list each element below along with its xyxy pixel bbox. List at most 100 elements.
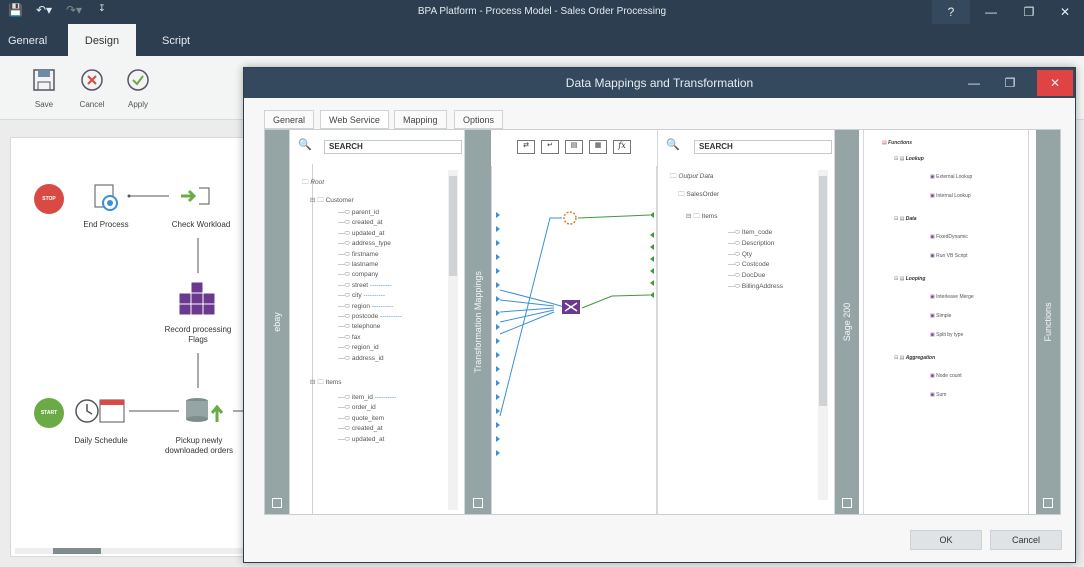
target-items[interactable]: ⊟ 🗀 Items	[686, 212, 717, 223]
target-scroll-thumb[interactable]	[819, 176, 827, 406]
dialog-tab-options[interactable]: Options	[454, 110, 504, 129]
function-group[interactable]: ⊟ ▤ Data	[894, 216, 917, 222]
cancel-button[interactable]: Cancel	[990, 530, 1062, 550]
workflow-canvas[interactable]: STOP End Process Check Workload Record p…	[10, 137, 247, 557]
customer-field[interactable]: —⬭ region ----------	[338, 303, 393, 311]
customer-field[interactable]: —⬭ parent_id	[338, 209, 379, 217]
functions-strip[interactable]: Functions	[1036, 130, 1060, 514]
function-group[interactable]: ⊟ ▤ Aggregation	[894, 355, 935, 361]
collapse-icon[interactable]: ⊟ ▤	[894, 156, 906, 162]
item-field[interactable]: —⬭ order_id	[338, 404, 376, 412]
dialog-close-icon[interactable]: ✕	[1037, 70, 1073, 96]
tree-customer[interactable]: ⊟ 🗀 Customer	[310, 196, 354, 207]
dialog-minimize-icon[interactable]: —	[956, 68, 992, 98]
toolbar-function-icon[interactable]: fx	[613, 140, 631, 154]
functions-strip-expand-icon[interactable]	[1043, 498, 1053, 508]
customer-field[interactable]: —⬭ postcode ----------	[338, 313, 402, 321]
restore-icon[interactable]: ❐	[1010, 0, 1048, 24]
source-strip-expand-icon[interactable]	[272, 498, 282, 508]
canvas-hscroll-thumb[interactable]	[53, 548, 101, 554]
canvas-hscrollbar[interactable]	[15, 548, 243, 554]
target-search-input[interactable]: SEARCH	[694, 140, 832, 154]
tree-items[interactable]: ⊟ 🗀 Items	[310, 378, 341, 389]
ok-button[interactable]: OK	[910, 530, 982, 550]
minimize-icon[interactable]: —	[972, 0, 1010, 24]
collapse-icon[interactable]: ⊟ ▤	[894, 216, 906, 222]
target-field[interactable]: —⬭ Costcode	[728, 261, 769, 269]
customer-field[interactable]: —⬭ lastname	[338, 261, 378, 269]
function-item[interactable]: ▣ Interleave Merge	[930, 294, 974, 300]
source-scrollbar[interactable]	[448, 170, 458, 510]
toolbar-layout-icon[interactable]: ▦	[589, 140, 607, 154]
dialog-tab-web-service[interactable]: Web Service	[320, 110, 389, 129]
pickup-orders-icon[interactable]	[183, 396, 231, 426]
customer-field[interactable]: —⬭ created_at	[338, 219, 383, 227]
record-flags-icon[interactable]	[175, 280, 221, 318]
transform-strip-expand-icon[interactable]	[473, 498, 483, 508]
source-strip[interactable]: ebay	[265, 130, 289, 514]
vb-script-node-icon[interactable]	[562, 300, 580, 314]
target-strip-expand-icon[interactable]	[842, 498, 852, 508]
customer-field[interactable]: —⬭ address_type	[338, 240, 391, 248]
tab-script[interactable]: Script	[154, 24, 198, 56]
loop-node-icon[interactable]	[563, 211, 577, 225]
function-group[interactable]: ⊟ ▤ Lookup	[894, 156, 924, 162]
collapse-icon[interactable]: ⊟	[310, 197, 315, 204]
collapse-icon[interactable]: ⊟ ▤	[894, 355, 906, 361]
function-item[interactable]: ▣ Internal Lookup	[930, 193, 971, 199]
target-strip[interactable]: Sage 200	[835, 130, 859, 514]
customer-field[interactable]: —⬭ city ----------	[338, 292, 385, 300]
function-item[interactable]: ▣ Split by type	[930, 332, 963, 338]
toolbar-unlink-icon[interactable]: ↵	[541, 140, 559, 154]
customer-field[interactable]: —⬭ telephone	[338, 323, 380, 331]
source-scroll-thumb[interactable]	[449, 176, 457, 276]
target-salesorder[interactable]: 🗀 SalesOrder	[678, 190, 719, 201]
target-field[interactable]: —⬭ DocDue	[728, 272, 765, 280]
customer-field[interactable]: —⬭ street ----------	[338, 282, 392, 290]
transform-strip[interactable]: Transformation Mappings	[465, 130, 491, 514]
target-field[interactable]: —⬭ Item_code	[728, 229, 772, 237]
apply-button[interactable]: Apply	[118, 68, 158, 109]
customer-field[interactable]: —⬭ updated_at	[338, 230, 384, 238]
customer-field[interactable]: —⬭ firstname	[338, 251, 379, 259]
target-scrollbar[interactable]	[818, 170, 828, 500]
start-node[interactable]: START	[34, 398, 64, 428]
save-button[interactable]: Save	[24, 68, 64, 109]
target-field[interactable]: —⬭ Description	[728, 240, 774, 248]
function-item[interactable]: ▣ Simple	[930, 313, 951, 319]
stop-node[interactable]: STOP	[34, 184, 64, 214]
function-item[interactable]: ▣ FixedDynamic	[930, 234, 968, 240]
target-root[interactable]: 🗀 Output Data	[670, 172, 713, 183]
tree-root[interactable]: 🗀 Root	[302, 178, 324, 189]
mapping-canvas[interactable]	[491, 166, 657, 514]
source-search-input[interactable]: SEARCH	[324, 140, 462, 154]
check-workload-icon[interactable]	[179, 184, 215, 208]
customer-field[interactable]: —⬭ region_id	[338, 344, 379, 352]
collapse-icon[interactable]: ⊟	[310, 379, 315, 386]
function-group[interactable]: ⊟ ▤ Looping	[894, 276, 925, 282]
dialog-restore-icon[interactable]: ❐	[992, 68, 1028, 98]
dialog-tab-general[interactable]: General	[264, 110, 315, 129]
item-field[interactable]: —⬭ created_at	[338, 425, 383, 433]
function-item[interactable]: ▣ Node count	[930, 373, 962, 379]
cancel-ribbon-button[interactable]: Cancel	[72, 68, 112, 109]
toolbar-panel-icon[interactable]: ▤	[565, 140, 583, 154]
daily-schedule-icon[interactable]	[74, 396, 126, 426]
item-field[interactable]: —⬭ quote_item	[338, 415, 384, 423]
item-field[interactable]: —⬭ item_id ----------	[338, 394, 396, 402]
target-field[interactable]: —⬭ Qty	[728, 251, 752, 259]
function-item[interactable]: ▣ Run VB Script	[930, 253, 968, 259]
end-process-icon[interactable]	[92, 182, 122, 212]
dialog-tab-mapping[interactable]: Mapping	[394, 110, 447, 129]
help-button[interactable]: ?	[932, 0, 970, 24]
toolbar-link-icon[interactable]: ⇄	[517, 140, 535, 154]
function-item[interactable]: ▣ External Lookup	[930, 174, 972, 180]
customer-field[interactable]: —⬭ fax	[338, 334, 361, 342]
customer-field[interactable]: —⬭ company	[338, 271, 378, 279]
close-icon[interactable]: ✕	[1046, 0, 1084, 24]
item-field[interactable]: —⬭ updated_at	[338, 436, 384, 444]
customer-field[interactable]: —⬭ address_id	[338, 355, 384, 363]
collapse-icon[interactable]: ⊟	[686, 213, 691, 220]
collapse-icon[interactable]: ⊟ ▤	[894, 276, 906, 282]
tab-design[interactable]: Design	[68, 24, 136, 56]
